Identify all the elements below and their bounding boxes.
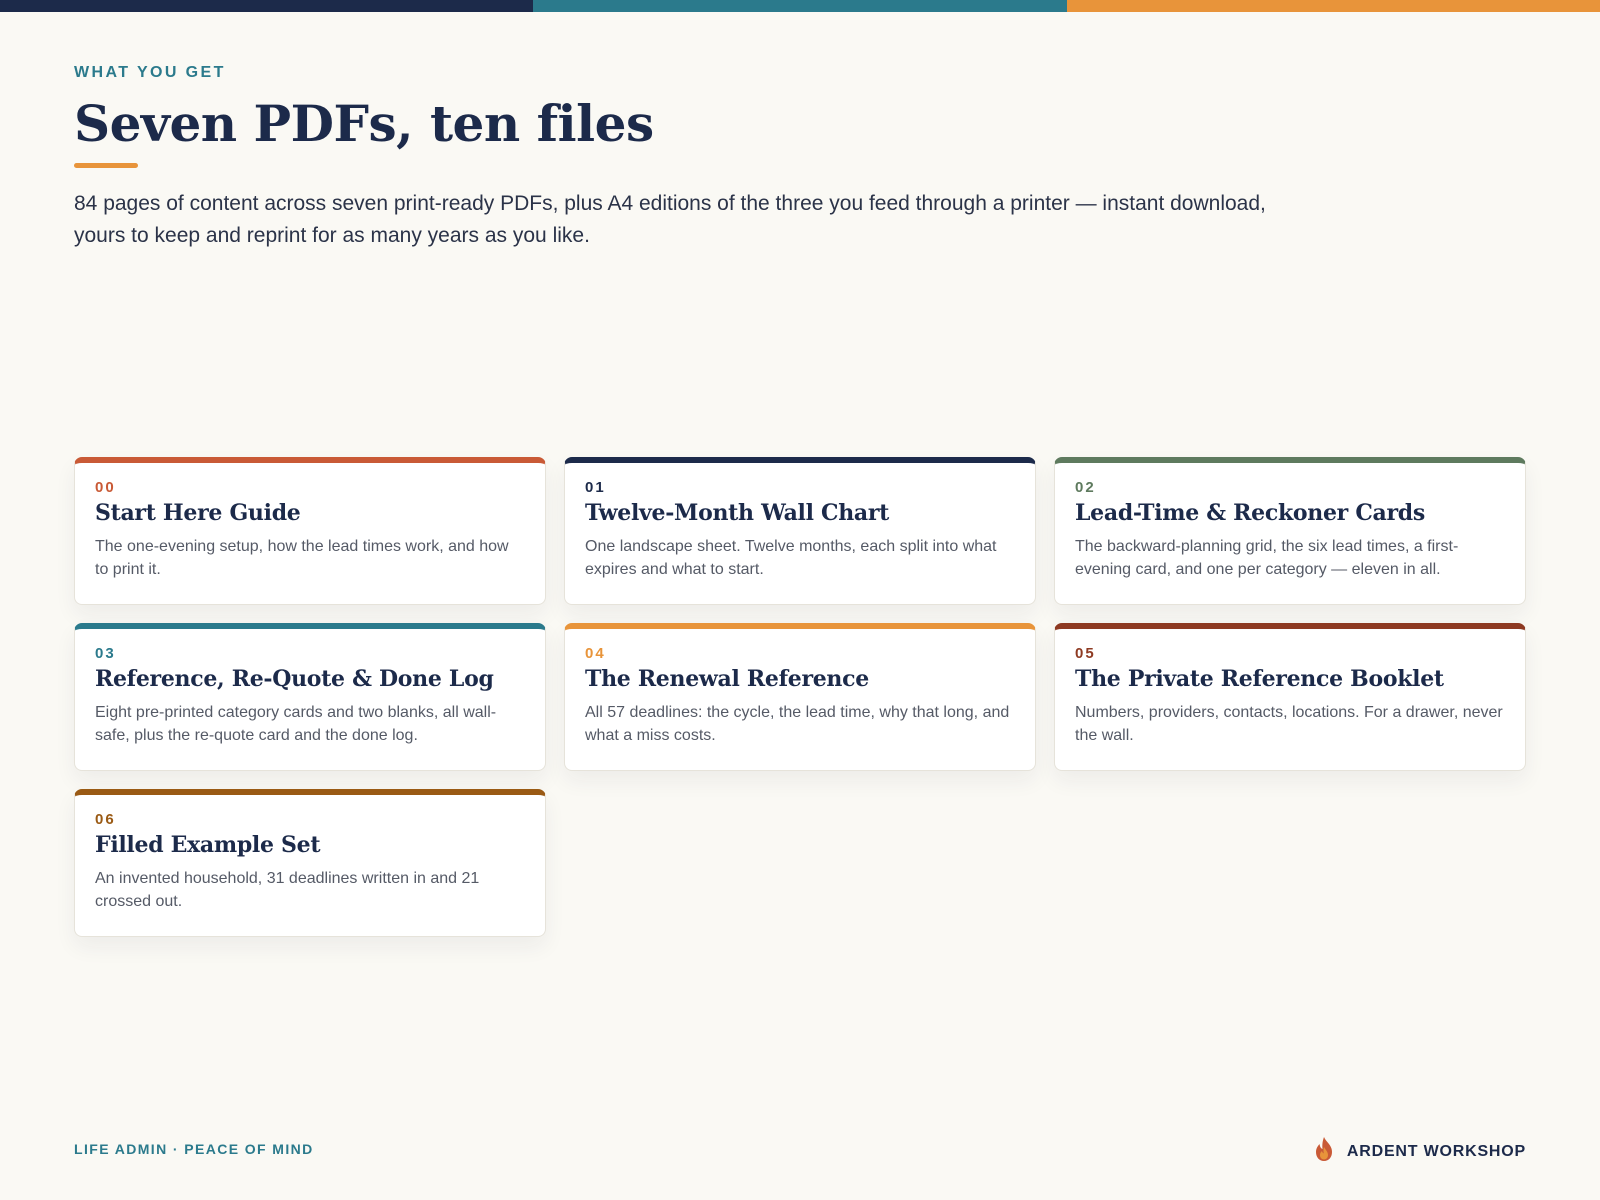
footer-tagline: LIFE ADMIN · PEACE OF MIND [74,1141,314,1157]
card-number: 02 [1075,479,1096,496]
card-description: One landscape sheet. Twelve months, each… [585,538,997,578]
header: WHAT YOU GET Seven PDFs, ten files 84 pa… [74,64,1374,252]
title-underline [74,163,138,168]
card-description: All 57 deadlines: the cycle, the lead ti… [585,704,1010,744]
top-bar-segment [0,0,534,12]
flame-icon [1313,1136,1335,1167]
top-bar-segment [533,0,1067,12]
file-card: 06 Filled Example Set An invented househol… [74,789,546,937]
card-description: Eight pre-printed category cards and two… [95,704,497,744]
card-number: 00 [95,479,116,496]
brand-name: ARDENT WORKSHOP [1346,1142,1526,1160]
file-card: 03 Reference, Re-Quote & Done Log Eight pr… [74,623,546,771]
top-color-bar [0,0,1600,12]
file-card: 01 Twelve-Month Wall Chart One landscape s… [564,457,1036,605]
file-card: 04 The Renewal Reference All 57 deadlines:… [564,623,1036,771]
card-title: The Private Reference Booklet [1075,666,1444,692]
file-card: 00 Start Here Guide The one-evening setup,… [74,457,546,605]
page: WHAT YOU GET Seven PDFs, ten files 84 pa… [0,0,1600,1200]
footer-brand: ARDENT WORKSHOP [1313,1136,1526,1167]
card-title: Start Here Guide [95,500,301,526]
intro-paragraph: 84 pages of content across seven print-r… [74,192,1266,247]
card-title: Filled Example Set [95,832,321,858]
page-title: Seven PDFs, ten files [74,94,654,153]
card-title: Reference, Re-Quote & Done Log [95,666,494,692]
card-number: 01 [585,479,606,496]
card-title: Twelve-Month Wall Chart [585,500,890,526]
card-description: An invented household, 31 deadlines writ… [95,870,480,910]
card-description: The one-evening setup, how the lead time… [95,538,509,578]
file-card: 05 The Private Reference Booklet Numbers, … [1054,623,1526,771]
file-card: 02 Lead-Time & Reckoner Cards The backward… [1054,457,1526,605]
card-title: Lead-Time & Reckoner Cards [1075,500,1425,526]
eyebrow-label: WHAT YOU GET [74,64,226,81]
card-number: 06 [95,811,116,828]
card-number: 03 [95,645,116,662]
card-number: 04 [585,645,606,662]
card-number: 05 [1075,645,1096,662]
card-title: The Renewal Reference [585,666,869,692]
card-description: Numbers, providers, contacts, locations.… [1075,704,1503,744]
card-description: The backward-planning grid, the six lead… [1075,538,1459,578]
top-bar-segment [1066,0,1600,12]
file-card-grid: 00 Start Here Guide The one-evening setup,… [74,457,1526,937]
